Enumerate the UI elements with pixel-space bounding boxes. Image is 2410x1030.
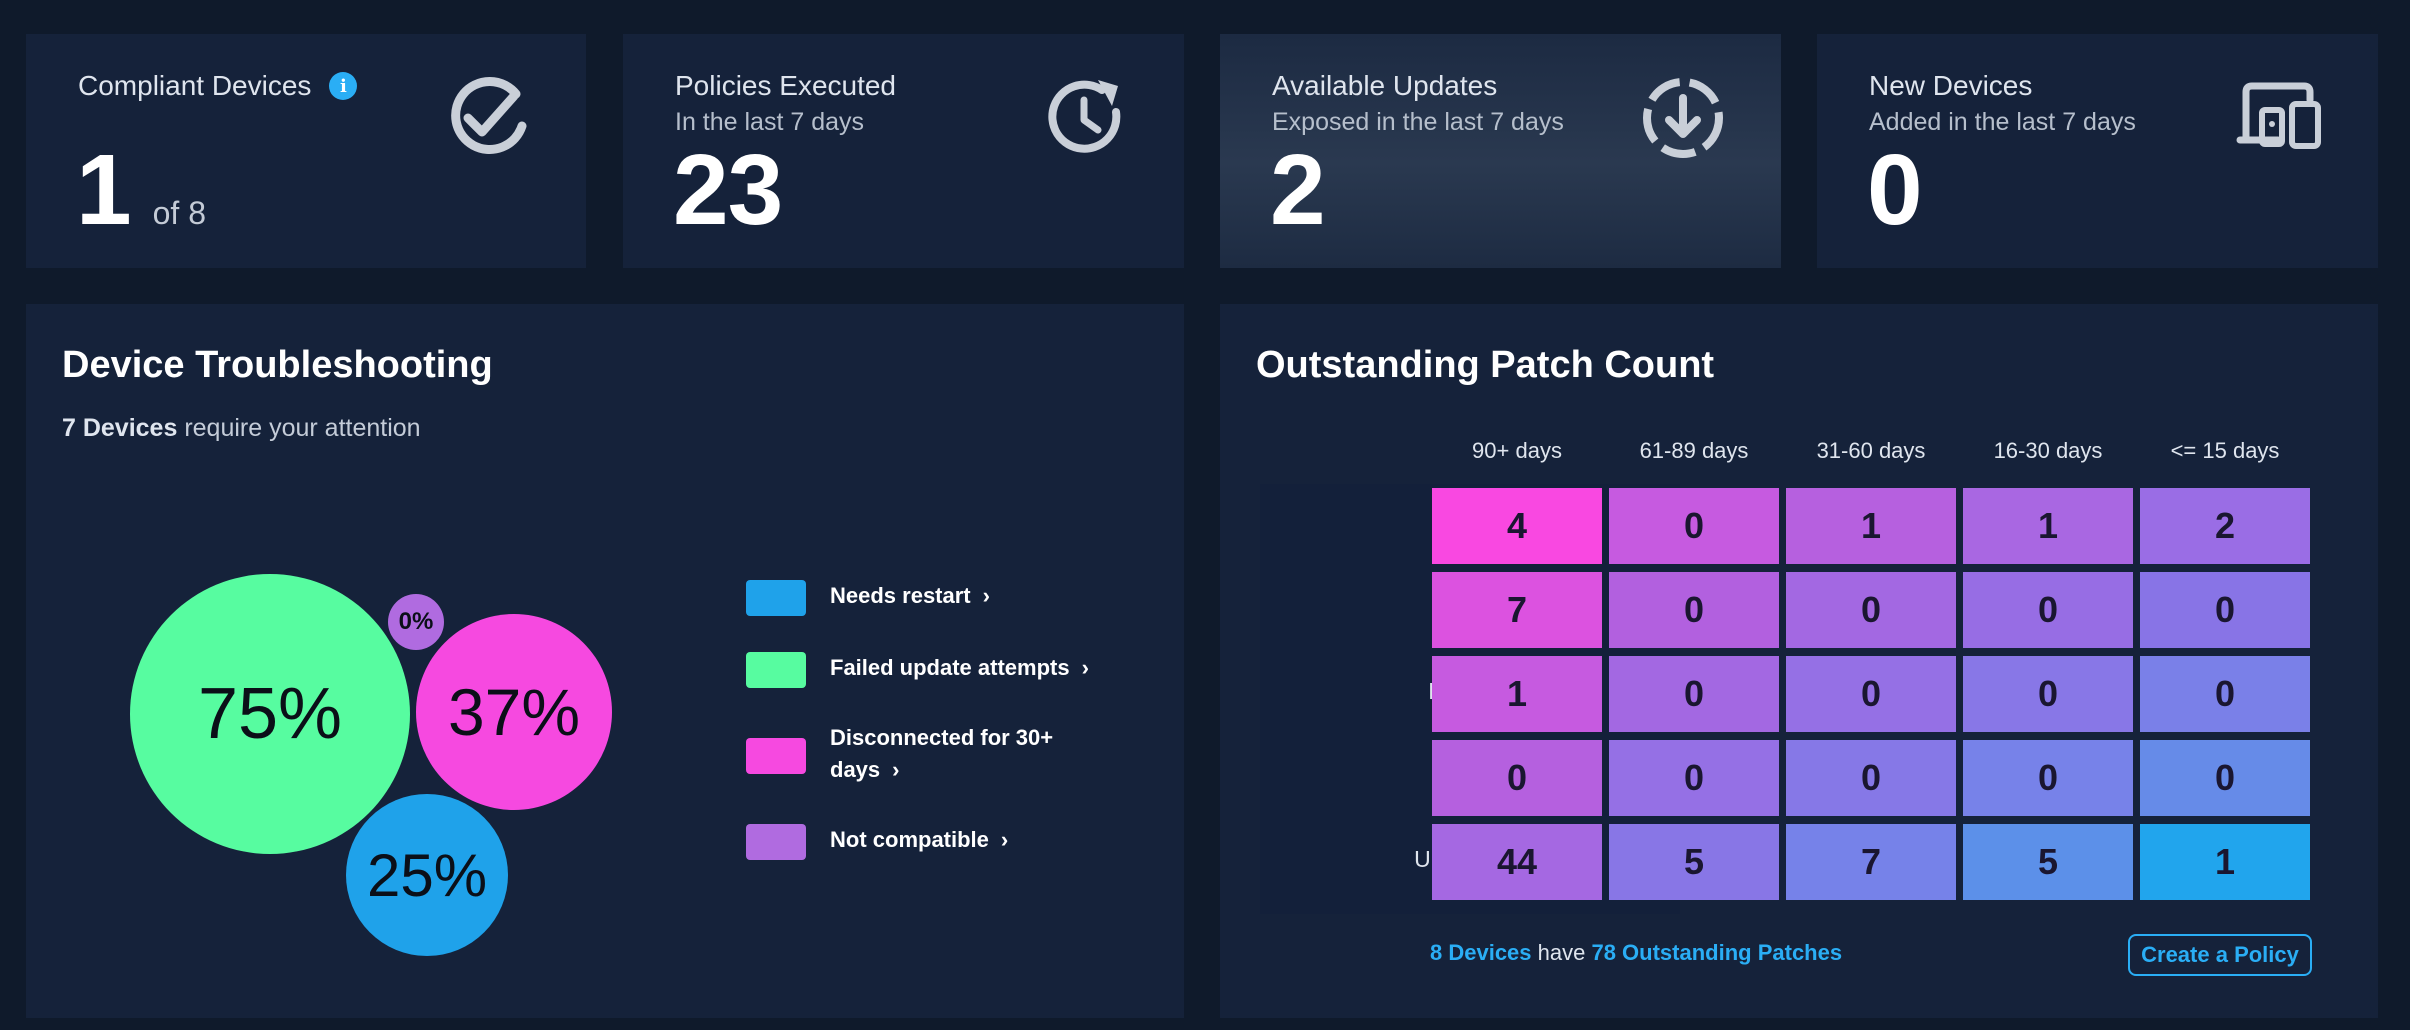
info-icon[interactable]: i — [329, 72, 358, 100]
bubble-needs-restart[interactable]: 25% — [346, 794, 508, 956]
bubble-disconnected[interactable]: 37% — [416, 614, 612, 810]
compliant-devices-title: Compliant Devices i — [78, 70, 358, 102]
policies-executed-title: Policies Executed — [675, 70, 897, 101]
heatmap-cell[interactable]: 1 — [2140, 824, 2310, 900]
heatmap-cell[interactable]: 0 — [1786, 656, 1956, 732]
heatmap-cell[interactable]: 0 — [1963, 740, 2133, 816]
available-updates-card: Available Updates Exposed in the last 7 … — [1220, 34, 1781, 268]
attention-text: require your attention — [177, 414, 421, 442]
legend-text: Needs restart — [830, 583, 971, 608]
new-devices-title: New Devices — [1869, 70, 2033, 101]
bubble-label: 37% — [447, 675, 581, 749]
legend-text: Disconnected for 30+ days — [830, 725, 1054, 782]
heatmap-cell[interactable]: 0 — [1609, 488, 1779, 564]
heatmap-cell[interactable]: 7 — [1786, 824, 1956, 900]
legend-label: Disconnected for 30+ days › — [830, 722, 1070, 786]
new-devices-value: 0 — [1867, 134, 1923, 246]
heatmap-cell[interactable]: 1 — [1432, 656, 1602, 732]
heatmap-cell[interactable]: 2 — [2140, 488, 2310, 564]
legend-label: Needs restart › — [830, 580, 1110, 612]
legend-label: Not compatible › — [830, 824, 1110, 856]
chevron-right-icon: › — [982, 583, 990, 608]
chevron-right-icon: › — [1000, 827, 1009, 852]
column-header: 31-60 days — [1816, 438, 1926, 463]
device-troubleshooting-panel: Device Troubleshooting 7 Devices require… — [26, 304, 1184, 1018]
heatmap-cell[interactable]: 0 — [1609, 740, 1779, 816]
heatmap-cell[interactable]: 0 — [1432, 740, 1602, 816]
legend-swatch — [746, 738, 806, 774]
patch-summary: 8 Devices have 78 Outstanding Patches — [1430, 940, 1842, 966]
attention-summary: 7 Devices require your attention — [62, 414, 421, 443]
heatmap-cell[interactable]: 0 — [2140, 572, 2310, 648]
heatmap-cell[interactable]: 4 — [1432, 488, 1602, 564]
compliant-count: 1 — [76, 134, 132, 246]
column-header: <= 15 days — [2170, 438, 2280, 463]
column-header: 61-89 days — [1639, 438, 1749, 463]
legend-text: Failed update attempts — [830, 655, 1070, 680]
compliant-devices-card: Compliant Devices i 1 of 8 — [26, 34, 586, 268]
bubble-label: 25% — [366, 841, 488, 909]
heatmap-cell[interactable]: 0 — [1609, 572, 1779, 648]
heatmap-cell[interactable]: 0 — [1963, 656, 2133, 732]
heatmap-cell[interactable]: 0 — [1609, 656, 1779, 732]
legend-not-compatible[interactable]: Not compatible › — [746, 824, 1110, 860]
heatmap-cell[interactable]: 5 — [1609, 824, 1779, 900]
compliant-devices-value: 1 of 8 — [76, 140, 206, 240]
policies-executed-subtitle: In the last 7 days — [675, 108, 865, 136]
bubble-not-compatible[interactable]: 0% — [388, 594, 444, 650]
legend-text: Not compatible — [830, 827, 989, 852]
heatmap-cell[interactable]: 0 — [1963, 572, 2133, 648]
legend-swatch — [746, 824, 806, 860]
chevron-right-icon: › — [1081, 655, 1089, 680]
bubble-failed-update[interactable]: 75% — [130, 574, 410, 854]
create-policy-button[interactable]: Create a Policy — [2128, 934, 2312, 976]
outstanding-patch-title: Outstanding Patch Count — [1256, 344, 1715, 386]
heatmap-cell[interactable]: 0 — [2140, 656, 2310, 732]
outstanding-patch-panel: Outstanding Patch Count 90+ days 61-89 d… — [1220, 304, 2378, 1018]
patches-link[interactable]: 78 Outstanding Patches — [1591, 940, 1842, 965]
download-dashed-circle-icon — [1643, 78, 1723, 158]
attention-count: 7 Devices — [62, 414, 178, 442]
bubble-label: 75% — [197, 674, 343, 754]
legend-disconnected[interactable]: Disconnected for 30+ days › — [746, 722, 1070, 786]
heatmap-cell[interactable]: 0 — [2140, 740, 2310, 816]
heatmap-cell[interactable]: 7 — [1432, 572, 1602, 648]
devices-icon — [2236, 82, 2321, 149]
new-devices-card: New Devices Added in the last 7 days 0 — [1817, 34, 2378, 268]
new-devices-subtitle: Added in the last 7 days — [1869, 108, 2136, 136]
heatmap-cell[interactable]: 1 — [1786, 488, 1956, 564]
legend-label: Failed update attempts › — [830, 652, 1110, 684]
heatmap-cell[interactable]: 1 — [1963, 488, 2133, 564]
legend-swatch — [746, 652, 806, 688]
available-updates-subtitle: Exposed in the last 7 days — [1272, 108, 1564, 136]
bubble-label: 0% — [398, 608, 434, 635]
heatmap-cell[interactable]: 0 — [1786, 572, 1956, 648]
compliant-total: of 8 — [152, 195, 206, 231]
compliant-devices-label: Compliant Devices — [78, 70, 312, 101]
heatmap-cell[interactable]: 0 — [1786, 740, 1956, 816]
legend-needs-restart[interactable]: Needs restart › — [746, 580, 1110, 616]
available-updates-title: Available Updates — [1272, 70, 1498, 101]
summary-connector: have — [1531, 940, 1592, 965]
policies-executed-value: 23 — [673, 134, 783, 246]
heatmap-cell[interactable]: 44 — [1432, 824, 1602, 900]
heatmap-cell[interactable]: 5 — [1963, 824, 2133, 900]
chevron-right-icon: › — [892, 757, 900, 782]
column-header: 90+ days — [1472, 438, 1562, 463]
device-troubleshooting-title: Device Troubleshooting — [62, 344, 493, 386]
legend-swatch — [746, 580, 806, 616]
clock-refresh-icon — [1048, 80, 1121, 153]
policies-executed-card: Policies Executed In the last 7 days 23 — [623, 34, 1184, 268]
check-circle-icon — [451, 77, 527, 154]
devices-link[interactable]: 8 Devices — [1430, 940, 1532, 965]
column-header: 16-30 days — [1993, 438, 2103, 463]
legend-failed-update[interactable]: Failed update attempts › — [746, 652, 1110, 688]
available-updates-value: 2 — [1270, 134, 1326, 246]
